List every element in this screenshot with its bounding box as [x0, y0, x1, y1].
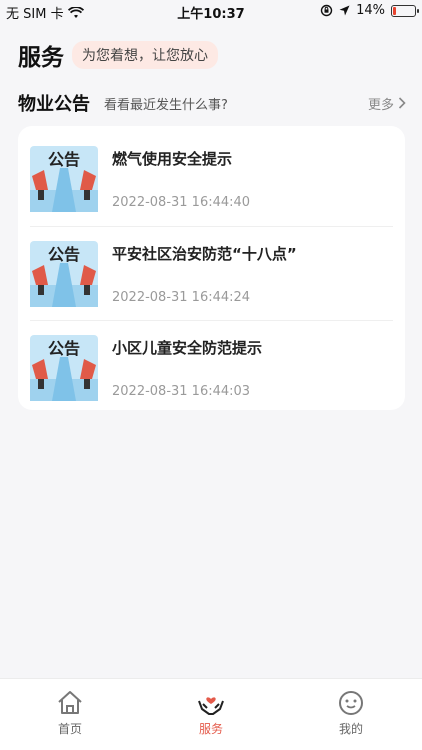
rotation-lock-icon — [320, 4, 333, 17]
carrier-label: 无 SIM 卡 — [6, 7, 64, 22]
notice-section-header: 物业公告 看看最近发生什么事? 更多 — [18, 90, 406, 116]
notice-item[interactable]: 公告 小区儿童安全防范提示 2022-08-31 16:44:03 — [30, 320, 393, 414]
battery-icon — [391, 4, 419, 17]
notice-thumbnail: 公告 — [30, 335, 98, 401]
notice-title: 燃气使用安全提示 — [112, 150, 233, 168]
service-hands-icon — [198, 697, 224, 715]
location-arrow-icon — [339, 5, 350, 16]
notice-thumbnail: 公告 — [30, 146, 98, 212]
profile-face-icon — [339, 691, 363, 715]
tab-profile[interactable]: 我的 — [311, 689, 391, 737]
carrier-group: 无 SIM 卡 — [6, 3, 84, 22]
notice-list-card: 公告 燃气使用安全提示 2022-08-31 16:44:40 公告 平安社区治… — [18, 126, 405, 410]
status-icons: 14% — [320, 3, 419, 18]
home-icon — [58, 691, 82, 714]
notice-time: 2022-08-31 16:44:03 — [112, 384, 251, 399]
notice-title: 小区儿童安全防范提示 — [112, 339, 263, 357]
svg-text:公告: 公告 — [48, 339, 80, 358]
notice-section-subtitle: 看看最近发生什么事? — [104, 97, 228, 113]
more-link[interactable]: 更多 — [368, 94, 406, 113]
page-title: 服务 — [18, 45, 64, 71]
notice-item[interactable]: 公告 燃气使用安全提示 2022-08-31 16:44:40 — [30, 132, 393, 226]
notice-item[interactable]: 公告 平安社区治安防范“十八点” 2022-08-31 16:44:24 — [30, 226, 393, 320]
svg-text:公告: 公告 — [48, 245, 80, 264]
more-label: 更多 — [367, 97, 394, 113]
tab-service-label: 服务 — [198, 722, 223, 736]
bottom-tab-bar: 首页 服务 我的 — [0, 678, 422, 750]
notice-time: 2022-08-31 16:44:40 — [112, 195, 251, 210]
tab-profile-label: 我的 — [338, 722, 363, 736]
notice-thumbnail: 公告 — [30, 241, 98, 307]
tab-home-label: 首页 — [57, 722, 82, 736]
notice-time: 2022-08-31 16:44:24 — [112, 290, 251, 305]
chevron-right-icon — [398, 97, 406, 109]
tab-service[interactable]: 服务 — [171, 689, 251, 737]
page-header: 服务 为您着想，让您放心 — [18, 38, 218, 72]
wifi-icon — [67, 6, 84, 18]
svg-text:公告: 公告 — [48, 150, 80, 169]
notice-title: 平安社区治安防范“十八点” — [112, 245, 297, 263]
battery-percent: 14% — [356, 3, 385, 18]
tab-home[interactable]: 首页 — [30, 689, 110, 737]
battery-fill — [393, 6, 396, 15]
status-bar: 无 SIM 卡 上午10:37 14% — [0, 0, 422, 22]
tagline-badge: 为您着想，让您放心 — [72, 41, 218, 69]
notice-section-title: 物业公告 — [18, 94, 90, 115]
